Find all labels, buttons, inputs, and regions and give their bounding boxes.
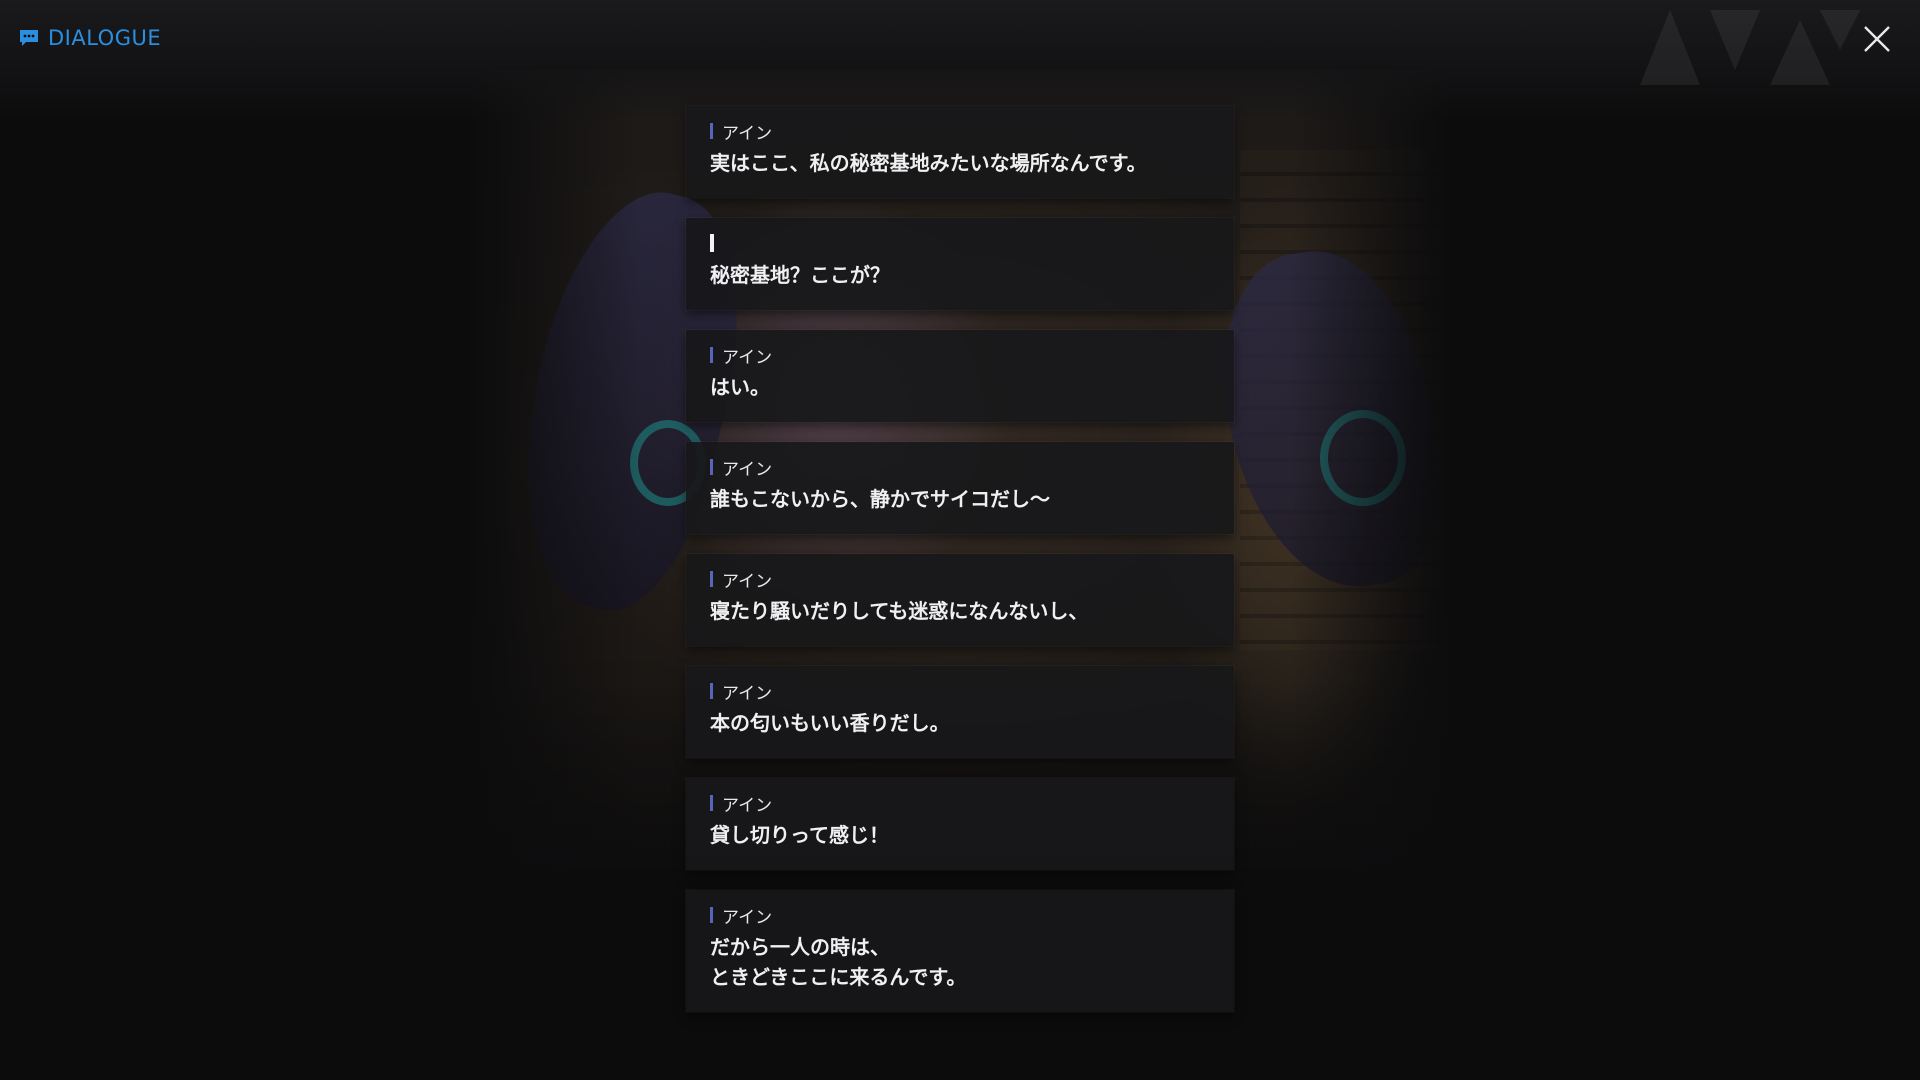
- dialogue-entry: アイン 貸し切りって感じ！: [686, 778, 1234, 870]
- speaker-name: アイン: [710, 120, 1210, 144]
- header-decoration: [1640, 10, 1860, 85]
- dialogue-entry: アイン はい。: [686, 330, 1234, 422]
- dialogue-text: 誰もこないから、静かでサイコだし～: [710, 487, 1050, 511]
- speaker-marker: [710, 123, 713, 139]
- speaker-marker: [710, 347, 713, 363]
- speaker-name: [710, 232, 1210, 254]
- close-icon[interactable]: [1862, 24, 1892, 54]
- dialogue-text: 実はここ、私の秘密基地みたいな場所なんです。: [710, 151, 1147, 175]
- speaker-name: アイン: [710, 456, 1210, 480]
- header-title-text: DIALOGUE: [48, 26, 162, 50]
- dialogue-text: だから一人の時は、: [710, 935, 890, 959]
- right-wing-light: [1320, 410, 1406, 506]
- dialogue-text: 寝たり騒いだりしても迷惑になんないし、: [710, 599, 1089, 623]
- speaker-label: アイン: [722, 795, 773, 816]
- dialogue-entry: アイン 寝たり騒いだりしても迷惑になんないし、: [686, 554, 1234, 646]
- speaker-marker: [710, 683, 713, 699]
- dialogue-entry: アイン 誰もこないから、静かでサイコだし～: [686, 442, 1234, 534]
- speaker-marker: [710, 795, 713, 811]
- dialogue-text: ときどきここに来るんです。: [710, 965, 967, 989]
- speaker-name: アイン: [710, 904, 1210, 928]
- dialogue-list[interactable]: アイン 実はここ、私の秘密基地みたいな場所なんです。 秘密基地？ここが？ アイン…: [686, 106, 1234, 1032]
- speaker-marker: [710, 571, 713, 587]
- speaker-label: アイン: [722, 683, 773, 704]
- dialogue-text: はい。: [710, 375, 770, 399]
- speaker-name: アイン: [710, 344, 1210, 368]
- speaker-name: アイン: [710, 680, 1210, 704]
- dialogue-text: 秘密基地？ここが？: [710, 263, 890, 287]
- dialogue-text: 貸し切りって感じ！: [710, 823, 889, 847]
- speaker-label: アイン: [722, 571, 773, 592]
- speaker-label: アイン: [722, 907, 773, 928]
- dialogue-entry: アイン だから一人の時は、 ときどきここに来るんです。: [686, 890, 1234, 1012]
- speaker-marker: [710, 459, 713, 475]
- dialogue-header: DIALOGUE: [18, 26, 161, 50]
- speaker-label: アイン: [722, 459, 773, 480]
- speaker-label: アイン: [722, 123, 773, 144]
- dialogue-entry: 秘密基地？ここが？: [686, 218, 1234, 310]
- player-marker: [710, 234, 714, 252]
- dialogue-entry: アイン 実はここ、私の秘密基地みたいな場所なんです。: [686, 106, 1234, 198]
- speaker-marker: [710, 907, 713, 923]
- dialogue-text: 本の匂いもいい香りだし。: [710, 711, 950, 735]
- dialogue-log-screen: DIALOGUE アイン 実はここ、私の秘密基地みたいな場所なんです。 秘密基地…: [0, 0, 1920, 1080]
- speaker-name: アイン: [710, 792, 1210, 816]
- dialogue-entry: アイン 本の匂いもいい香りだし。: [686, 666, 1234, 758]
- speaker-label: アイン: [722, 347, 773, 368]
- speaker-name: アイン: [710, 568, 1210, 592]
- chat-bubble-icon: [20, 30, 38, 46]
